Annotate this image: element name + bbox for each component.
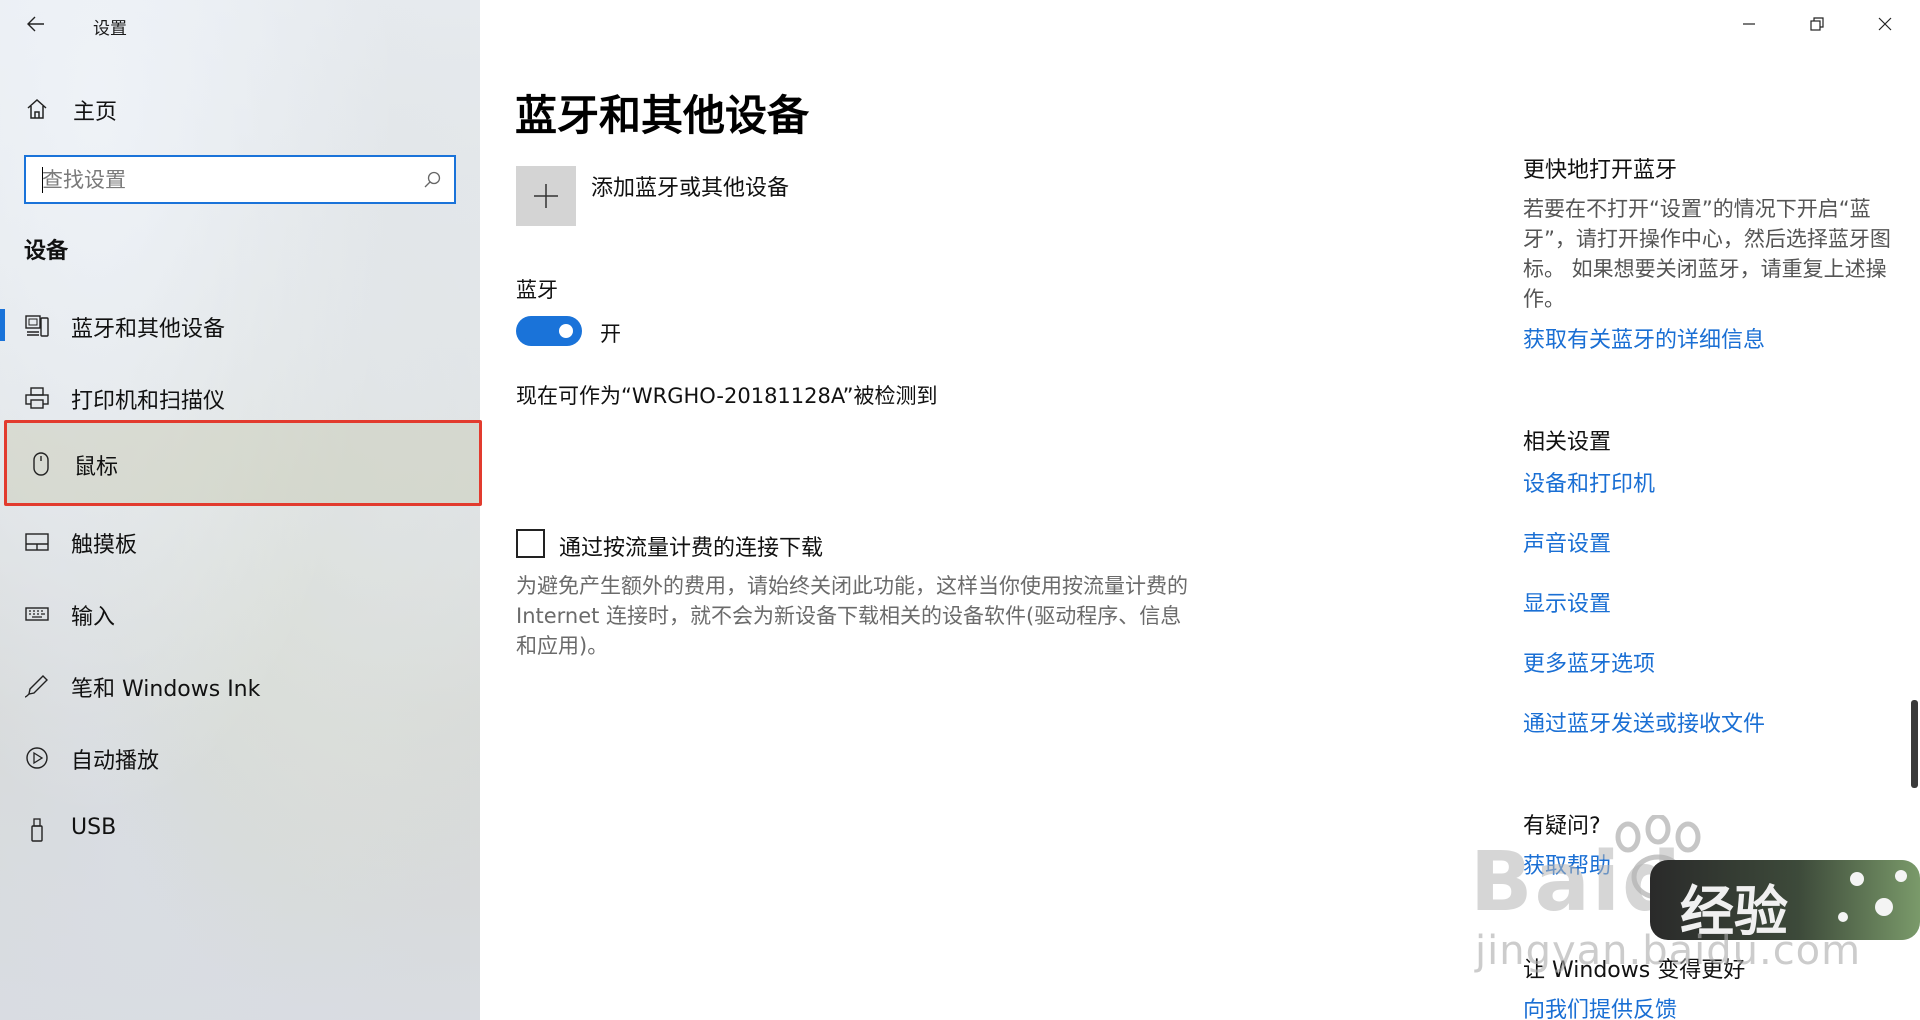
get-help-link[interactable]: 获取帮助 [1523, 848, 1611, 880]
related-settings-heading: 相关设置 [1523, 430, 1612, 455]
back-arrow-icon [27, 16, 44, 32]
plus-icon [534, 184, 558, 208]
discoverable-text: 现在可作为“WRGHO-20181128A”被检测到 [516, 384, 938, 408]
feedback-link[interactable]: 向我们提供反馈 [1523, 992, 1677, 1020]
sidebar-item-label: 输入 [71, 605, 116, 630]
sidebar-item-label: 鼠标 [74, 455, 119, 480]
watermark-badge-text: 经验 [1680, 880, 1788, 943]
toggle-knob [559, 324, 573, 338]
quick-bluetooth-desc: 若要在不打开“设置”的情况下开启“蓝牙”，请打开操作中心，然后选择蓝牙图标。 如… [1523, 197, 1891, 311]
paw-logo-icon [1615, 815, 1701, 900]
bluetooth-file-transfer-link[interactable]: 通过蓝牙发送或接收文件 [1523, 706, 1765, 738]
minimize-button[interactable] [1715, 0, 1783, 48]
window-title: 设置 [93, 19, 127, 39]
sidebar-item-label: 打印机和扫描仪 [71, 389, 226, 414]
sidebar-item-mouse[interactable]: 鼠标 [4, 420, 482, 506]
sidebar-item-label: 触摸板 [71, 533, 138, 558]
restore-button[interactable] [1783, 0, 1851, 48]
display-settings-link[interactable]: 显示设置 [1523, 586, 1611, 618]
sidebar-item-printers[interactable]: 打印机和扫描仪 [0, 367, 480, 427]
add-device-button[interactable]: 添加蓝牙或其他设备 [516, 166, 896, 226]
sidebar-item-label: USB [71, 815, 117, 840]
flower-decoration [1875, 898, 1893, 916]
sidebar-item-typing[interactable]: 输入 [0, 583, 480, 643]
add-tile [516, 166, 576, 226]
metered-description: 为避免产生额外的费用，请始终关闭此功能，这样当你使用按流量计费的 Interne… [516, 574, 1188, 658]
home-icon [27, 98, 47, 119]
watermark-badge [1650, 860, 1920, 940]
help-heading: 有疑问? [1523, 814, 1601, 839]
add-device-label: 添加蓝牙或其他设备 [591, 176, 790, 201]
bluetooth-toggle[interactable] [516, 316, 582, 346]
sidebar-item-label: 自动播放 [71, 749, 160, 774]
pen-icon [24, 675, 48, 698]
search-input[interactable] [26, 159, 406, 200]
back-button[interactable] [14, 6, 58, 42]
quick-bluetooth-heading: 更快地打开蓝牙 [1523, 158, 1678, 183]
sidebar-item-label: 笔和 Windows Ink [71, 677, 261, 702]
search-box[interactable] [24, 155, 456, 204]
home-label: 主页 [73, 100, 118, 125]
printer-icon [25, 387, 49, 409]
section-title: 设备 [24, 239, 69, 264]
more-bluetooth-options-link[interactable]: 更多蓝牙选项 [1523, 646, 1655, 678]
autoplay-icon [26, 747, 48, 769]
mouse-icon [33, 452, 49, 476]
sidebar-item-bluetooth[interactable]: 蓝牙和其他设备 [0, 295, 480, 355]
page-title: 蓝牙和其他设备 [515, 91, 810, 140]
sound-settings-link[interactable]: 声音设置 [1523, 526, 1611, 558]
sidebar-item-home[interactable]: 主页 [0, 84, 480, 134]
text-cursor [42, 167, 43, 193]
bluetooth-devices-icon [25, 315, 49, 337]
baidu-jingyan-watermark: Baidu 经验 jingyan.baidu.com [1470, 815, 1920, 1020]
flower-decoration [1895, 870, 1907, 882]
sidebar: 设置 主页 设备 蓝牙和其他设备 [0, 0, 482, 1020]
search-icon[interactable] [422, 170, 442, 190]
scrollbar-thumb[interactable] [1911, 700, 1918, 788]
usb-icon [31, 818, 43, 842]
title-bar: 设置 [0, 0, 480, 48]
close-button[interactable] [1851, 0, 1919, 48]
devices-printers-link[interactable]: 设备和打印机 [1523, 466, 1655, 498]
settings-window: 设置 主页 设备 蓝牙和其他设备 [0, 0, 1920, 1020]
flower-decoration [1850, 872, 1864, 886]
keyboard-icon [25, 607, 49, 621]
metered-download-checkbox[interactable]: 通过按流量计费的连接下载 [516, 529, 1216, 561]
checkbox-box[interactable] [516, 529, 545, 558]
bluetooth-info-link[interactable]: 获取有关蓝牙的详细信息 [1523, 322, 1765, 354]
sidebar-item-touchpad[interactable]: 触摸板 [0, 511, 480, 571]
bluetooth-state: 开 [600, 322, 621, 346]
close-icon [1878, 17, 1892, 31]
sidebar-item-usb[interactable]: USB [0, 799, 480, 859]
sidebar-item-label: 蓝牙和其他设备 [71, 317, 226, 342]
sidebar-item-autoplay[interactable]: 自动播放 [0, 727, 480, 787]
metered-label: 通过按流量计费的连接下载 [559, 536, 824, 561]
bluetooth-label: 蓝牙 [516, 278, 558, 302]
flower-decoration [1838, 912, 1848, 922]
sidebar-item-pen[interactable]: 笔和 Windows Ink [0, 655, 480, 715]
minimize-icon [1743, 23, 1755, 25]
touchpad-icon [25, 533, 49, 551]
restore-icon [1810, 17, 1824, 31]
feedback-heading: 让 Windows 变得更好 [1523, 958, 1746, 983]
